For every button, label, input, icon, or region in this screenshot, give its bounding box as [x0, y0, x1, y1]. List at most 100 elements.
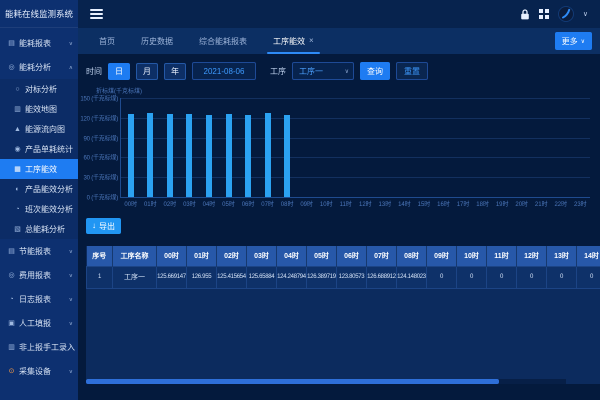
table-cell: 124.148023 — [397, 266, 427, 288]
sidebar-item-efficiency-map[interactable]: ▥能效地图 — [0, 99, 78, 119]
sidebar-item-total-energy[interactable]: ▧总能耗分析 — [0, 219, 78, 239]
y-axis-tick-label: 0 (千克标煤) — [87, 193, 118, 202]
period-button[interactable]: 月 — [136, 63, 158, 80]
close-icon[interactable]: × — [309, 37, 314, 45]
manual-input-icon: ▥ — [7, 343, 16, 351]
tab-item[interactable]: 历史数据 — [128, 28, 186, 54]
tab-item[interactable]: 首页 — [86, 28, 128, 54]
sidebar-item-energy-flow[interactable]: ▲能源流向图 — [0, 119, 78, 139]
device-icon: ⊙ — [7, 367, 16, 375]
table-cell: 123.80573 — [337, 266, 367, 288]
chart-bar[interactable] — [265, 113, 271, 197]
x-axis-tick-label: 13时 — [379, 199, 392, 208]
bar-slot: 15时 — [414, 98, 434, 197]
bar-slot: 17时 — [453, 98, 473, 197]
more-button[interactable]: 更多 ∨ — [555, 32, 592, 50]
x-axis-tick-label: 09时 — [300, 199, 313, 208]
period-button[interactable]: 日 — [108, 63, 130, 80]
bar-slot: 00时 — [121, 98, 141, 197]
scrollbar-thumb[interactable] — [86, 379, 499, 384]
tab-label: 首页 — [99, 36, 115, 47]
bar-slot: 12时 — [356, 98, 376, 197]
table-cell: 0 — [427, 266, 457, 288]
date-input[interactable]: 2021-08-06 — [192, 62, 256, 80]
x-axis-tick-label: 10时 — [320, 199, 333, 208]
chevron-down-icon: ∨ — [69, 40, 73, 46]
more-button-label: 更多 — [562, 36, 578, 47]
efficiency-map-icon: ▥ — [13, 105, 22, 113]
chart-bar[interactable] — [245, 115, 251, 197]
sidebar-item-report[interactable]: ▤能耗报表∨ — [0, 33, 78, 53]
plot-area: 0 (千克标煤)30 (千克标煤)60 (千克标煤)90 (千克标煤)120 (… — [120, 98, 590, 198]
column-header: 07时 — [367, 246, 397, 266]
sidebar-item-log-report[interactable]: ◔日志报表∨ — [0, 289, 78, 309]
app-title: 能耗在线监测系统 — [0, 0, 78, 28]
export-button[interactable]: ↓ 导出 — [86, 218, 121, 234]
chart-bar[interactable] — [226, 114, 232, 197]
chart-bar[interactable] — [167, 114, 173, 197]
tab-item[interactable]: 综合能耗报表 — [186, 28, 260, 54]
x-axis-tick-label: 20时 — [515, 199, 528, 208]
avatar[interactable] — [558, 6, 574, 22]
log-report-icon: ◔ — [7, 296, 16, 303]
table-row[interactable]: 1工序一125.669147126.955125.415654125.65884… — [87, 266, 600, 288]
sidebar-item-label: 能源流向图 — [25, 124, 65, 135]
sidebar-item-label: 产品能效分析 — [25, 184, 73, 195]
lock-icon[interactable] — [520, 9, 530, 20]
table-cell: 0 — [517, 266, 547, 288]
apps-grid-icon[interactable] — [539, 9, 549, 19]
bar-slot: 08时 — [277, 98, 297, 197]
column-header: 工序名称 — [113, 246, 157, 266]
x-axis-tick-label: 22时 — [554, 199, 567, 208]
sidebar-item-label: 采集设备 — [19, 366, 51, 377]
sidebar-item-benchmark-analysis[interactable]: ○对标分析 — [0, 79, 78, 99]
sidebar-item-process-efficiency[interactable]: ▦工序能效 — [0, 159, 78, 179]
table-body: 1工序一125.669147126.955125.415654125.65884… — [87, 266, 600, 288]
chart-bar[interactable] — [206, 115, 212, 197]
x-axis-tick-label: 16时 — [437, 199, 450, 208]
process-select[interactable]: 工序一 ∨ — [292, 62, 354, 80]
export-button-label: 导出 — [99, 221, 115, 232]
reset-button[interactable]: 重置 — [396, 62, 428, 80]
bar-slot: 03时 — [180, 98, 200, 197]
column-header: 01时 — [187, 246, 217, 266]
table-cell: 工序一 — [113, 266, 157, 288]
y-axis-tick-label: 60 (千克标煤) — [83, 153, 118, 162]
unit-consumption-icon: ◉ — [13, 145, 22, 153]
chart-bar[interactable] — [128, 114, 134, 197]
x-axis-tick-label: 18时 — [476, 199, 489, 208]
sidebar-item-shift-efficiency[interactable]: ◔班次能效分析 — [0, 199, 78, 219]
sidebar-item-label: 班次能效分析 — [25, 204, 73, 215]
chevron-down-icon[interactable]: ∨ — [583, 10, 588, 18]
sidebar-item-saving-report[interactable]: ▤节能报表∨ — [0, 241, 78, 261]
sidebar-item-analysis[interactable]: ◎能耗分析∧ — [0, 57, 78, 77]
column-header: 09时 — [427, 246, 457, 266]
chevron-down-icon: ∨ — [69, 248, 73, 254]
tab-item[interactable]: 工序能效× — [260, 28, 327, 54]
period-button[interactable]: 年 — [164, 63, 186, 80]
sidebar-item-manual-input[interactable]: ▥非上报手工录入∨ — [0, 337, 78, 357]
sidebar-item-device[interactable]: ⊙采集设备∨ — [0, 361, 78, 381]
topbar: ∨ — [78, 0, 600, 28]
sidebar-item-cost-report[interactable]: ◎费用报表∨ — [0, 265, 78, 285]
bar-slot: 05时 — [219, 98, 239, 197]
chart-bar[interactable] — [284, 115, 290, 197]
column-header: 10时 — [457, 246, 487, 266]
topbar-actions: ∨ — [520, 6, 588, 22]
bar-slot: 11时 — [336, 98, 356, 197]
chart-bar[interactable] — [147, 113, 153, 197]
x-axis-tick-label: 17时 — [457, 199, 470, 208]
process-filter-label: 工序 — [270, 66, 286, 77]
bar-slot: 02时 — [160, 98, 180, 197]
process-efficiency-icon: ▦ — [13, 165, 22, 173]
query-button[interactable]: 查询 — [360, 62, 390, 80]
chart-bar[interactable] — [186, 114, 192, 197]
report-icon: ▤ — [7, 39, 16, 47]
total-energy-icon: ▧ — [13, 225, 22, 233]
tab-label: 综合能耗报表 — [199, 36, 247, 47]
bar-slot: 04时 — [199, 98, 219, 197]
sidebar-item-manual-entry[interactable]: ▣人工填报∨ — [0, 313, 78, 333]
sidebar-item-unit-consumption[interactable]: ◉产品单耗统计 — [0, 139, 78, 159]
sidebar-item-product-efficiency[interactable]: ◐产品能效分析 — [0, 179, 78, 199]
hamburger-menu-icon[interactable] — [90, 7, 103, 21]
